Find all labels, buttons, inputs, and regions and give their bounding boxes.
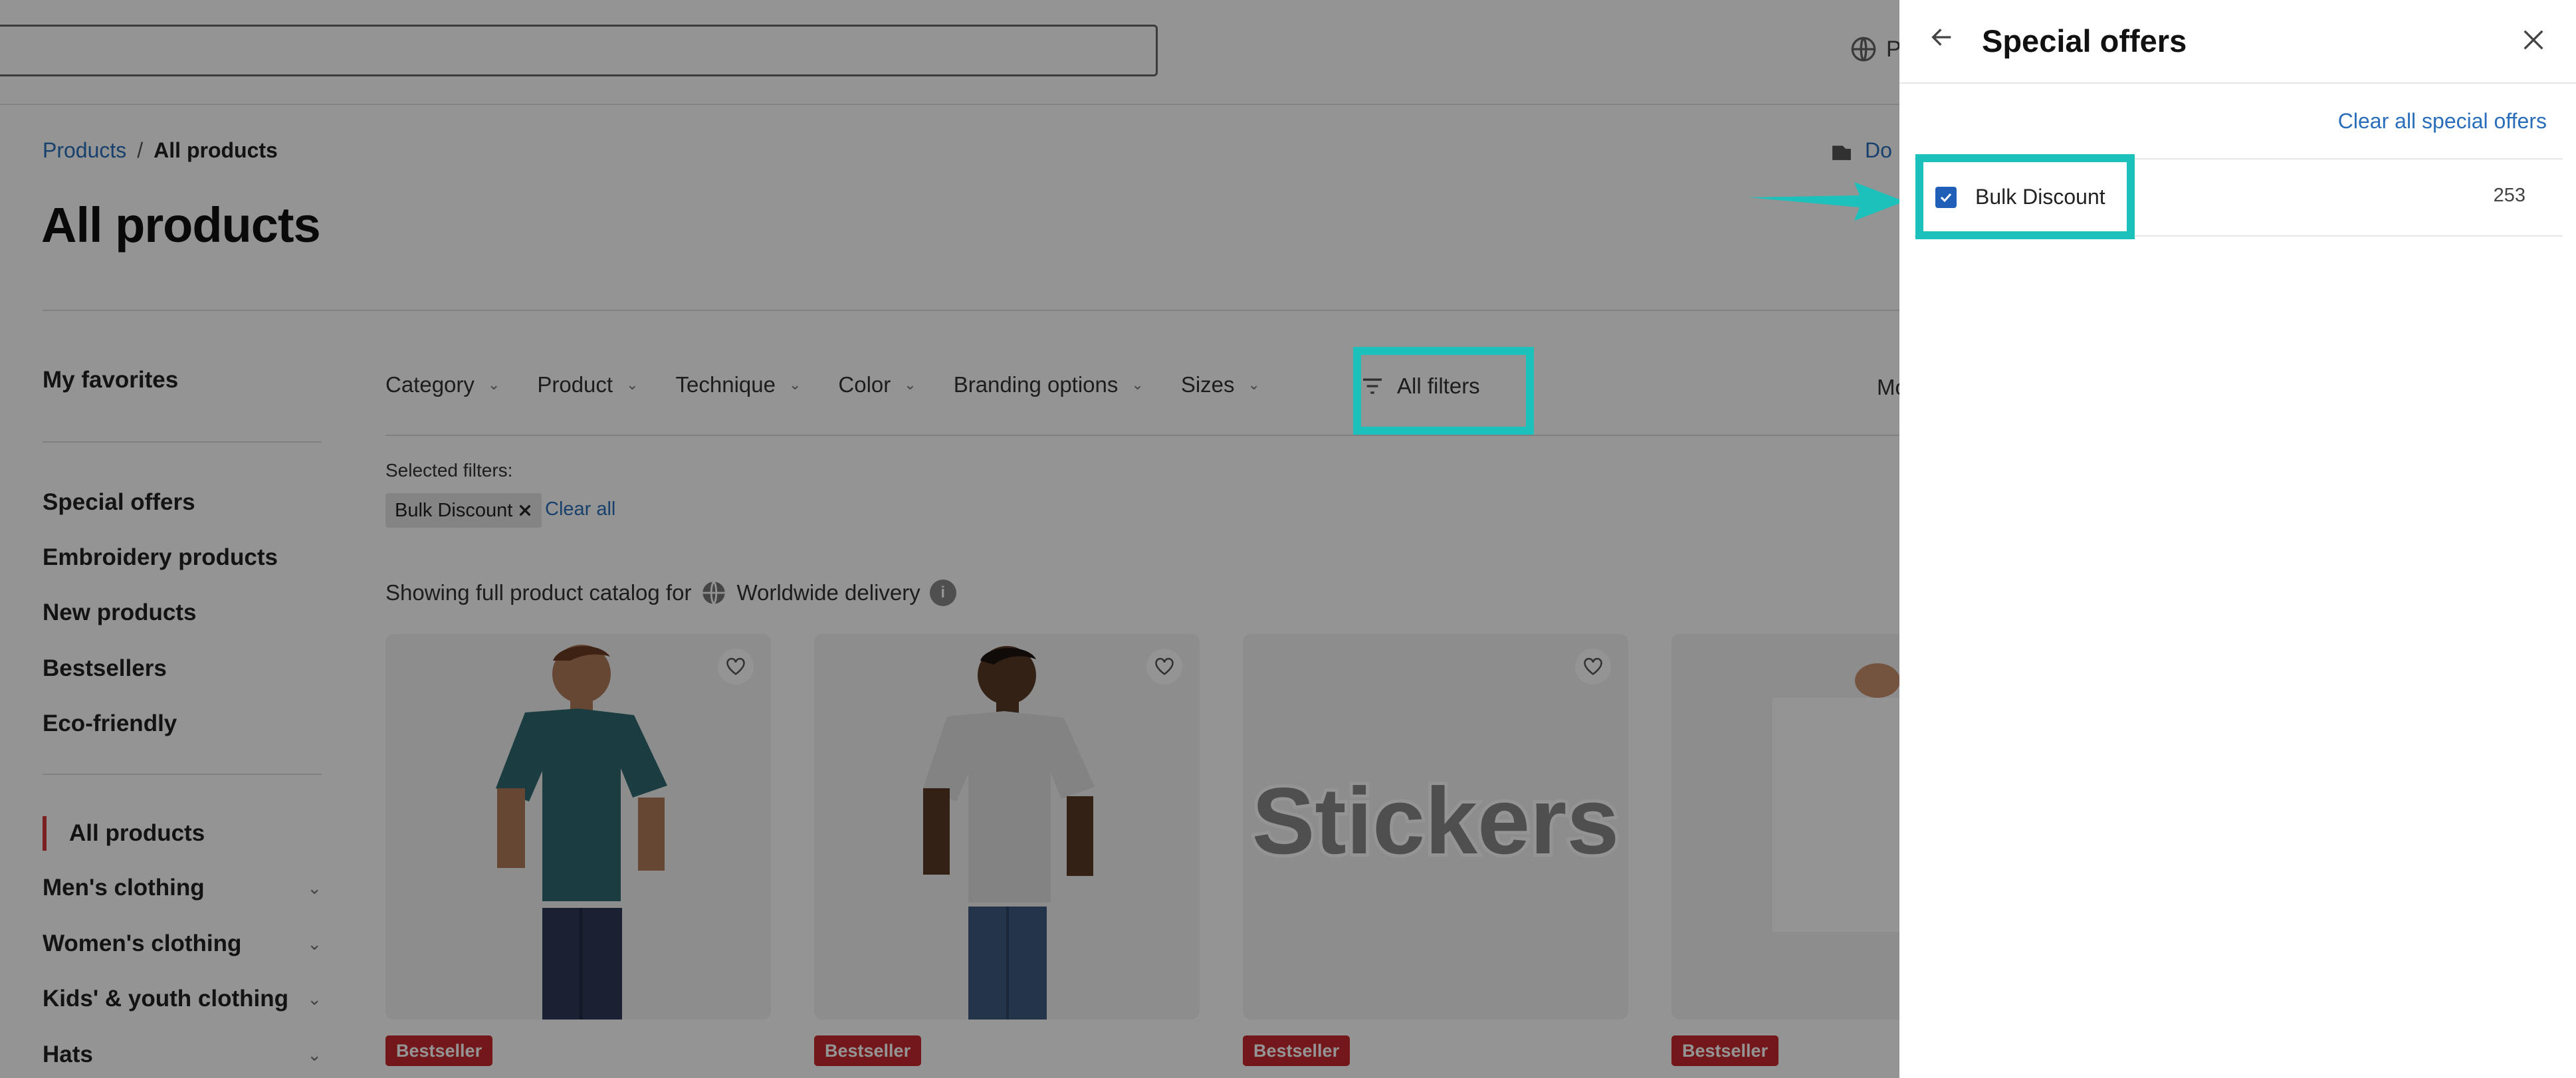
- panel-title: Special offers: [1982, 23, 2187, 58]
- close-icon[interactable]: [2520, 27, 2547, 53]
- panel-divider: [1899, 82, 2576, 84]
- highlight-bulk-discount: [1915, 154, 2135, 239]
- page-background: P Products / All products Do All product…: [0, 0, 2576, 1078]
- clear-special-offers-link[interactable]: Clear all special offers: [2338, 109, 2547, 134]
- back-arrow-icon[interactable]: [1929, 24, 1955, 51]
- highlight-all-filters: [1353, 347, 1534, 435]
- modal-backdrop[interactable]: [0, 0, 1899, 1078]
- special-offers-panel: Special offers Clear all special offers …: [1899, 0, 2576, 1078]
- option-count: 253: [2493, 185, 2525, 206]
- pointer-arrow-icon: [1748, 182, 1905, 221]
